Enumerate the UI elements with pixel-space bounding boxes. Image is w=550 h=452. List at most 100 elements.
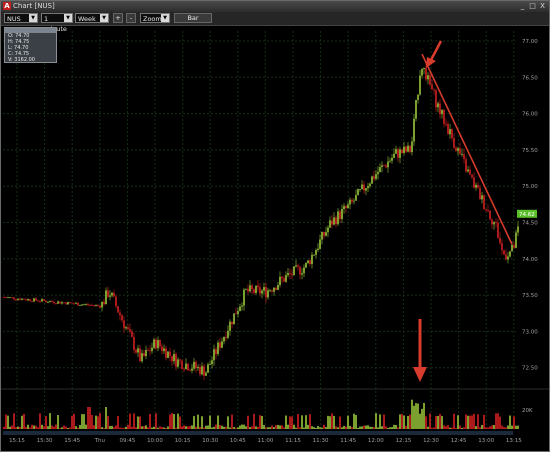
volume-bar xyxy=(121,427,123,429)
candle-body xyxy=(423,67,425,69)
candle-body xyxy=(3,297,5,299)
volume-bar xyxy=(123,427,125,429)
candle-body xyxy=(393,153,395,158)
volume-bar xyxy=(119,427,121,429)
volume-bar xyxy=(21,415,23,429)
candle-body xyxy=(15,299,17,301)
candle-body xyxy=(39,301,41,302)
volume-bar xyxy=(181,426,183,429)
time-tick-label: 10:15 xyxy=(175,438,191,444)
volume-bar xyxy=(171,413,173,429)
volume-bar xyxy=(83,414,85,429)
volume-bar xyxy=(5,414,7,429)
candle-body xyxy=(31,300,33,302)
volume-bar xyxy=(87,407,89,429)
candle-body xyxy=(189,370,191,372)
candle-body xyxy=(487,210,489,211)
volume-bar xyxy=(387,427,389,429)
candle-body xyxy=(47,302,49,303)
volume-bar xyxy=(399,414,401,429)
candle-body xyxy=(61,302,63,304)
volume-bar xyxy=(225,426,227,429)
volume-bar xyxy=(93,425,95,429)
candle-body xyxy=(173,354,175,362)
time-tick-label: 15:15 xyxy=(9,438,25,444)
volume-bar xyxy=(51,425,53,429)
candle-body xyxy=(51,301,53,302)
volume-bar xyxy=(69,427,71,429)
candle-body xyxy=(289,273,291,274)
volume-bar xyxy=(295,427,297,429)
candle-body xyxy=(73,303,75,305)
candle-body xyxy=(27,299,29,301)
candle-body xyxy=(127,327,129,330)
volume-bar xyxy=(355,415,357,429)
time-tick-label: 13:15 xyxy=(506,438,522,444)
candle-body xyxy=(201,366,203,375)
candle-body xyxy=(385,165,387,168)
volume-bar xyxy=(513,416,515,429)
volume-bar xyxy=(239,425,241,429)
candle-body xyxy=(317,248,319,250)
candle-body xyxy=(103,302,105,305)
volume-bar xyxy=(203,427,205,429)
candle-body xyxy=(271,290,273,292)
downtrend-line xyxy=(421,53,513,245)
candle-body xyxy=(121,315,123,321)
candle-body xyxy=(403,146,405,153)
volume-bar xyxy=(425,416,427,429)
volume-bar xyxy=(237,427,239,429)
candle-body xyxy=(131,331,133,337)
volume-bar xyxy=(97,416,99,429)
candle-body xyxy=(277,285,279,290)
candle-body xyxy=(123,320,125,329)
candle-body xyxy=(405,146,407,152)
candle-body xyxy=(19,298,21,300)
time-tick-label: 10:30 xyxy=(202,438,218,444)
candle-body xyxy=(83,304,85,306)
candle-body xyxy=(147,350,149,351)
candle-body xyxy=(465,159,467,172)
candle-body xyxy=(171,355,173,362)
candle-body xyxy=(25,299,27,301)
volume-bar xyxy=(457,415,459,429)
volume-bar xyxy=(223,426,225,429)
volume-bars xyxy=(3,399,519,429)
candle-body xyxy=(333,217,335,225)
volume-bar xyxy=(351,427,353,429)
price-chart[interactable]: 77.00 76.50 76.00 75.50 75.00 74.50 74.00 73.50… xyxy=(1,1,549,451)
price-axis: 77.00 76.50 76.00 75.50 75.00 74.50 74.00 73.50… xyxy=(517,39,538,414)
candle-body xyxy=(439,103,441,115)
candle-body xyxy=(275,287,277,290)
volume-bar xyxy=(319,427,321,429)
candle-body xyxy=(431,84,433,90)
candle-body xyxy=(41,299,43,302)
volume-bar xyxy=(59,427,61,429)
volume-bar xyxy=(439,413,441,429)
volume-bar xyxy=(143,426,145,429)
volume-bar xyxy=(515,425,517,429)
candle-body xyxy=(77,302,79,306)
candle-body xyxy=(49,301,51,303)
time-tick-label: 10:00 xyxy=(147,438,163,444)
volume-bar xyxy=(249,427,251,429)
candle-body xyxy=(305,263,307,268)
volume-bar xyxy=(267,427,269,429)
candle-body xyxy=(279,276,281,286)
candle-body xyxy=(163,348,165,352)
volume-bar xyxy=(489,426,491,429)
volume-bar xyxy=(277,424,279,429)
candle-body xyxy=(91,305,93,306)
candle-body xyxy=(413,118,415,142)
candle-body xyxy=(339,211,341,220)
candle-body xyxy=(213,349,215,361)
candle-body xyxy=(355,194,357,201)
candle-body xyxy=(155,339,157,349)
candle-body xyxy=(295,265,297,267)
candle-body xyxy=(205,372,207,376)
volume-bar xyxy=(179,416,181,429)
volume-bar xyxy=(281,425,283,429)
candle-body xyxy=(55,303,57,304)
volume-bar xyxy=(497,413,499,429)
volume-value: V: 3162.00 xyxy=(8,57,35,63)
